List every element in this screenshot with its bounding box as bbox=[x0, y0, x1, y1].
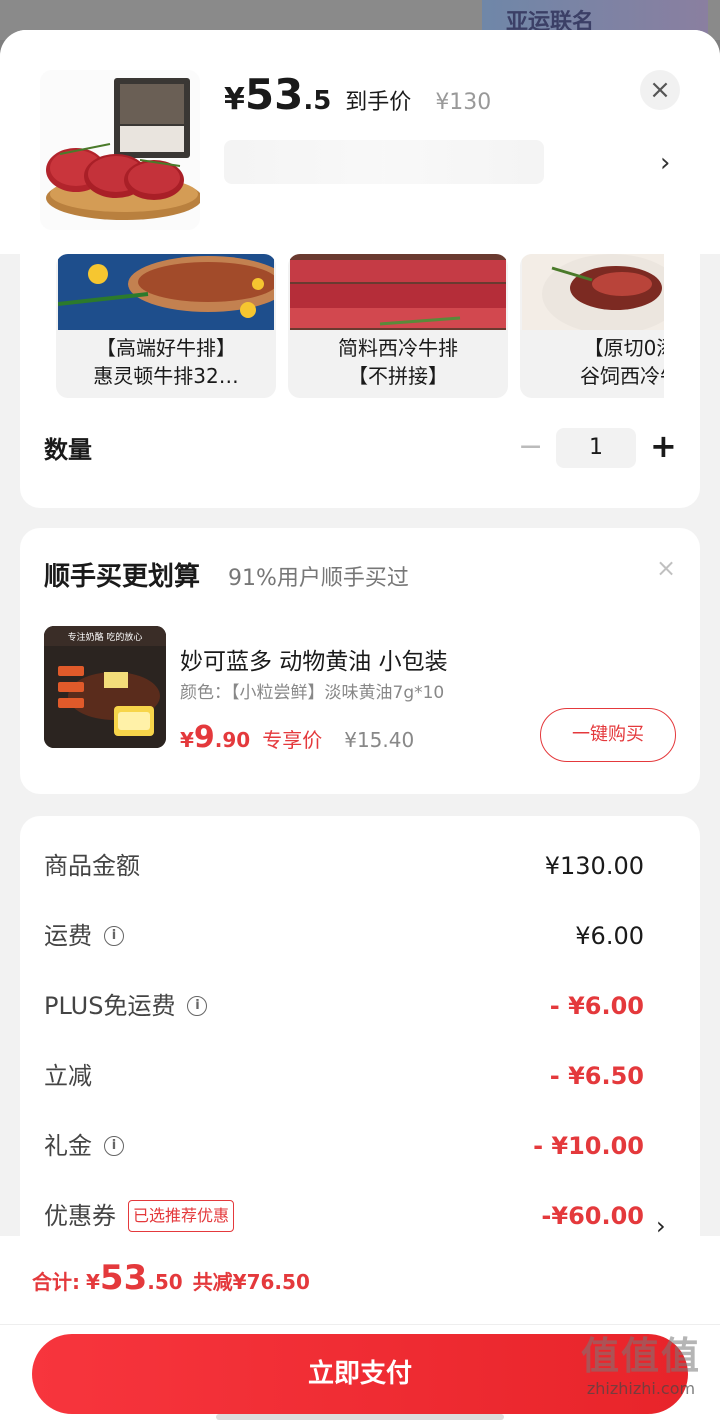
watermark-logo: 值值值 zhizhizhi.com bbox=[566, 1332, 716, 1412]
variant-image bbox=[58, 254, 274, 330]
price-currency: ¥ bbox=[224, 82, 245, 117]
variant-label: 简料西冷牛排 【不拼接】 bbox=[288, 334, 508, 390]
addon-price-integer: 9 bbox=[193, 720, 215, 755]
quantity-decrease-button[interactable]: − bbox=[518, 430, 543, 464]
price-row: ¥ 53 .5 到手价 ¥130 bbox=[224, 70, 491, 119]
summary-label: 运费 i bbox=[44, 916, 124, 956]
variant-image bbox=[522, 254, 664, 330]
summary-row: 立减 - ¥6.50 bbox=[44, 1056, 644, 1096]
addon-product-spec: 颜色：【小粒尝鲜】淡味黄油7g*10 bbox=[180, 683, 445, 703]
addon-price-currency: ¥ bbox=[180, 728, 194, 752]
variant-label-line1: 【高端好牛排】 bbox=[96, 336, 236, 360]
total-saved: 共减¥76.50 bbox=[192, 1270, 310, 1294]
variant-item[interactable]: 简料西冷牛排 【不拼接】 bbox=[288, 254, 508, 398]
product-header: ¥ 53 .5 到手价 ¥130 × › bbox=[0, 30, 720, 254]
price-integer: 53 bbox=[244, 70, 304, 119]
addon-close-button[interactable]: × bbox=[656, 554, 676, 582]
summary-label: 商品金额 bbox=[44, 852, 140, 880]
summary-row: 运费 i ¥6.00 bbox=[44, 916, 644, 956]
summary-value: - ¥6.00 bbox=[549, 992, 644, 1020]
divider bbox=[0, 1324, 720, 1325]
steak-image bbox=[40, 70, 200, 230]
total-decimal: .50 bbox=[147, 1270, 183, 1294]
product-thumbnail bbox=[40, 70, 200, 230]
summary-row: 商品金额 ¥130.00 bbox=[44, 846, 644, 886]
summary-label: 立减 bbox=[44, 1062, 92, 1090]
summary-row: 礼金 i - ¥10.00 bbox=[44, 1126, 644, 1166]
variant-label-line1: 简料西冷牛排 bbox=[338, 336, 458, 360]
summary-label-text: 礼金 bbox=[44, 1132, 92, 1160]
addon-original-price: ¥15.40 bbox=[344, 728, 415, 752]
addon-product-image[interactable]: 专注奶酪 吃的放心 bbox=[44, 626, 166, 748]
variant-item[interactable]: 【原切0添 谷饲西冷牛 bbox=[520, 254, 664, 398]
checkout-sheet: ¥ 53 .5 到手价 ¥130 × › 【高端好牛排】 惠灵顿牛排32… 简料… bbox=[0, 30, 720, 1420]
coupon-row[interactable]: 优惠券 已选推荐优惠 -¥60.00 bbox=[44, 1196, 644, 1236]
addon-price-tag: 专享价 bbox=[262, 728, 323, 752]
summary-label-text: 优惠券 bbox=[44, 1202, 116, 1230]
home-indicator[interactable] bbox=[216, 1414, 504, 1420]
summary-label: 优惠券 已选推荐优惠 bbox=[44, 1196, 235, 1236]
total-integer: 53 bbox=[99, 1258, 148, 1298]
info-icon[interactable]: i bbox=[104, 1136, 124, 1156]
variant-image bbox=[290, 254, 506, 330]
addon-card: 顺手买更划算 91%用户顺手买过 × 专注奶酪 吃的放心 妙可蓝多 动物黄油 小… bbox=[20, 528, 700, 794]
summary-value: ¥130.00 bbox=[544, 852, 644, 880]
summary-row: PLUS免运费 i - ¥6.00 bbox=[44, 986, 644, 1026]
watermark-text: 值值值 bbox=[580, 1334, 701, 1378]
checkout-bar: 合计: ¥ 53 .50 共减¥76.50 立即支付 值值值 zhizhizhi… bbox=[0, 1236, 720, 1420]
price-label: 到手价 bbox=[345, 90, 412, 115]
total-label: 合计: bbox=[32, 1270, 80, 1294]
addon-image-text: 专注奶酪 吃的放心 bbox=[68, 631, 143, 643]
variant-label-line2: 谷饲西冷牛 bbox=[580, 364, 664, 388]
butter-image: 专注奶酪 吃的放心 bbox=[44, 626, 166, 748]
info-icon[interactable]: i bbox=[187, 996, 208, 1016]
addon-subtitle: 91%用户顺手买过 bbox=[228, 566, 409, 591]
summary-label-text: 运费 bbox=[44, 922, 92, 950]
addon-price-row: ¥ 9 .90 专享价 ¥15.40 bbox=[180, 720, 414, 755]
original-price: ¥130 bbox=[435, 90, 492, 115]
variant-label-line2: 【不拼接】 bbox=[348, 364, 448, 388]
total-currency: ¥ bbox=[86, 1270, 100, 1294]
close-button[interactable]: × bbox=[640, 70, 680, 110]
summary-label-text: PLUS免运费 bbox=[44, 992, 176, 1020]
variant-label-line2: 惠灵顿牛排32… bbox=[93, 364, 239, 388]
price-summary-card: 商品金额 ¥130.00 运费 i ¥6.00 PLUS免运费 i - ¥6.00 … bbox=[20, 816, 700, 1256]
summary-value: -¥60.00 bbox=[541, 1202, 644, 1230]
variant-label: 【高端好牛排】 惠灵顿牛排32… bbox=[56, 334, 276, 390]
variant-label: 【原切0添 谷饲西冷牛 bbox=[520, 334, 664, 390]
total-row: 合计: ¥ 53 .50 共减¥76.50 bbox=[32, 1258, 310, 1298]
coupon-recommend-tag: 已选推荐优惠 bbox=[128, 1200, 235, 1232]
info-icon[interactable]: i bbox=[104, 926, 124, 946]
quantity-label: 数量 bbox=[44, 436, 92, 464]
summary-value: - ¥6.50 bbox=[549, 1062, 644, 1090]
addon-title: 顺手买更划算 bbox=[44, 562, 201, 592]
summary-value: - ¥10.00 bbox=[533, 1132, 644, 1160]
addon-price-decimal: .90 bbox=[214, 728, 251, 752]
watermark-url: zhizhizhi.com bbox=[586, 1379, 696, 1398]
summary-value: ¥6.00 bbox=[575, 922, 644, 950]
price-decimal: .5 bbox=[303, 86, 332, 116]
variant-item[interactable]: 【高端好牛排】 惠灵顿牛排32… bbox=[56, 254, 276, 398]
quantity-increase-button[interactable]: + bbox=[650, 426, 677, 466]
addon-product-name[interactable]: 妙可蓝多 动物黄油 小包装 bbox=[180, 642, 448, 676]
one-click-buy-button[interactable]: 一键购买 bbox=[540, 708, 676, 762]
variant-list[interactable]: 【高端好牛排】 惠灵顿牛排32… 简料西冷牛排 【不拼接】 【原切0 谷饲西冷 bbox=[56, 254, 664, 398]
variant-label-line1: 【原切0添 bbox=[583, 336, 664, 360]
quantity-input[interactable]: 1 bbox=[556, 428, 636, 468]
summary-label: 礼金 i bbox=[44, 1126, 124, 1166]
product-title-blurred bbox=[224, 140, 544, 184]
chevron-right-icon[interactable]: › bbox=[660, 148, 670, 178]
summary-label: PLUS免运费 i bbox=[44, 986, 208, 1026]
